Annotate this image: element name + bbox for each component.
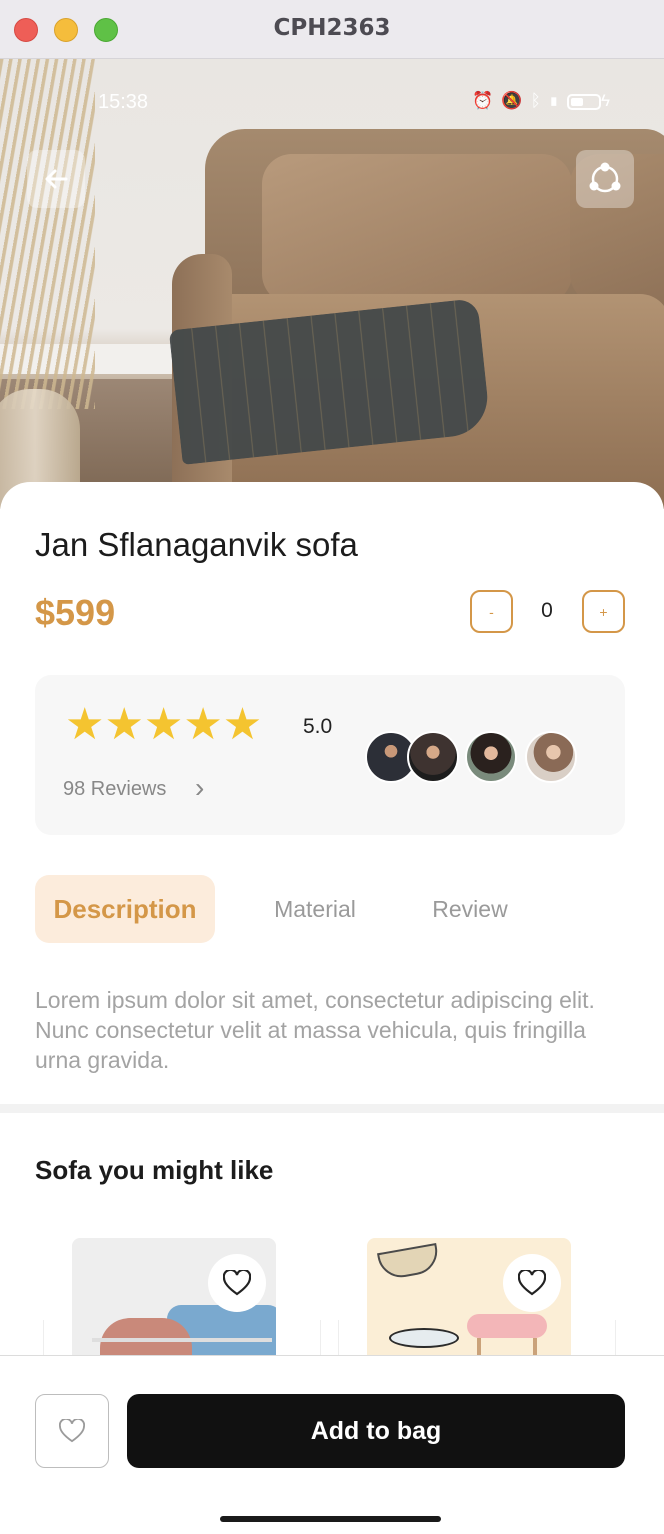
product-price: $599 [35,592,116,633]
increase-quantity-button[interactable]: + [582,590,625,633]
reviews-count[interactable]: 98 Reviews [63,778,166,801]
section-divider [0,1104,664,1113]
status-icons: ⏰🔕ᛒ▮ ϟ [472,91,618,111]
wishlist-button[interactable] [35,1394,109,1468]
signal-icon: ▮ [548,91,567,110]
reviewer-avatar [465,731,517,783]
quantity-value: 0 [541,599,553,622]
window-titlebar: CPH2363 [0,0,664,59]
heart-icon[interactable] [208,1254,266,1312]
star-rating: ★★★★★ [65,700,263,749]
add-to-bag-button[interactable]: Add to bag [127,1394,625,1468]
chevron-right-icon[interactable]: › [195,772,204,804]
decrease-quantity-button[interactable]: - [470,590,513,633]
home-indicator[interactable] [220,1516,441,1522]
tab-description[interactable]: Description [35,875,215,943]
bluetooth-icon: ᛒ [530,91,549,110]
heart-icon[interactable] [503,1254,561,1312]
status-time: 15:38 [98,91,149,113]
charging-icon: ϟ [601,91,618,110]
product-title: Jan Sflanaganvik sofa [35,526,358,563]
bottom-action-bar: Add to bag [0,1355,664,1534]
product-description: Lorem ipsum dolor sit amet, consectetur … [35,987,595,1073]
mute-icon: 🔕 [501,91,531,110]
battery-icon [567,93,601,110]
arrow-left-icon [45,169,68,189]
rating-card[interactable]: ★★★★★ 5.0 98 Reviews › [35,675,625,835]
tab-material[interactable]: Material [250,875,380,943]
tab-review[interactable]: Review [410,875,530,943]
back-button[interactable] [27,150,85,208]
share-button[interactable] [576,150,634,208]
recommendations-title: Sofa you might like [35,1155,274,1185]
reviewer-avatar [407,731,459,783]
window-title: CPH2363 [273,15,391,41]
alarm-icon: ⏰ [472,91,502,110]
rating-value: 5.0 [303,715,333,738]
product-hero-image: 15:38 ⏰🔕ᛒ▮ ϟ [0,59,664,509]
share-icon [589,162,621,193]
reviewer-avatar [525,731,577,783]
heart-icon [59,1419,85,1443]
